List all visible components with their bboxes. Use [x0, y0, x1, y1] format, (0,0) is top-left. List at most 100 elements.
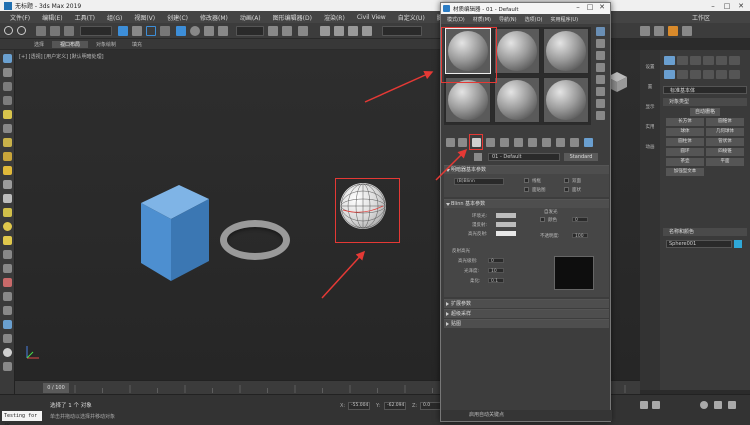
snap-toggle-icon[interactable] — [320, 26, 330, 36]
hide-icon[interactable] — [3, 306, 12, 315]
link-info-icon[interactable] — [3, 278, 12, 287]
bone-icon[interactable] — [3, 208, 12, 217]
material-options-icon[interactable] — [596, 99, 605, 108]
display-tab-icon[interactable] — [716, 56, 727, 65]
sample-slot-5[interactable] — [494, 77, 540, 123]
shader-type-dropdown[interactable]: (B)Blinn — [454, 178, 504, 185]
light-icon[interactable] — [3, 110, 12, 119]
close-button[interactable]: ✕ — [734, 0, 748, 11]
name-color-rollout[interactable]: 名称和颜色 — [663, 228, 747, 236]
camera-icon[interactable] — [3, 124, 12, 133]
layer-icon[interactable] — [3, 54, 12, 63]
self-illum-spinner[interactable]: 0 — [572, 217, 588, 223]
sun-icon[interactable] — [3, 222, 12, 231]
minimize-button[interactable]: – — [706, 0, 720, 11]
pyramid-button[interactable]: 四棱锥 — [706, 148, 744, 156]
menu-graph-editors[interactable]: 图形编辑器(D) — [267, 13, 318, 22]
percent-snap-icon[interactable] — [348, 26, 358, 36]
diffuse-swatch[interactable] — [496, 222, 516, 227]
me-menu-material[interactable]: 材质(M) — [469, 16, 495, 23]
material-id-icon[interactable] — [528, 138, 537, 147]
make-unique-icon[interactable] — [500, 138, 509, 147]
two-sided-checkbox[interactable] — [564, 178, 569, 183]
pan-icon[interactable] — [714, 401, 722, 409]
uv-tiling-icon[interactable] — [596, 63, 605, 72]
sample-slot-6[interactable] — [543, 77, 589, 123]
faceted-checkbox[interactable] — [564, 187, 569, 192]
strip-item-display[interactable]: 显示 — [640, 104, 660, 110]
extended-rollout-header[interactable]: 扩展参数 — [444, 300, 609, 308]
material-type-button[interactable]: Standard — [564, 153, 598, 161]
named-selection-dropdown[interactable] — [382, 26, 422, 36]
y-coordinate[interactable]: -62.094 — [384, 402, 406, 410]
keyboard-shortcut-icon[interactable] — [298, 26, 308, 36]
ref-coord-dropdown[interactable] — [236, 26, 264, 36]
manipulate-icon[interactable] — [282, 26, 292, 36]
menu-file[interactable]: 文件(F) — [4, 13, 36, 22]
select-by-material-icon[interactable] — [596, 111, 605, 120]
menu-group[interactable]: 组(G) — [101, 13, 128, 22]
lights-category-icon[interactable] — [690, 70, 701, 79]
sample-type-icon[interactable] — [596, 27, 605, 36]
rotate-icon[interactable] — [190, 26, 200, 36]
isolate-icon[interactable] — [3, 320, 12, 329]
spacewarps-category-icon[interactable] — [729, 70, 740, 79]
maxscript-listener[interactable]: Testing for 4K — [2, 411, 42, 425]
system-icon[interactable] — [3, 194, 12, 203]
play-icon[interactable] — [640, 401, 648, 409]
supersampling-rollout-header[interactable]: 超级采样 — [444, 310, 609, 318]
opacity-spinner[interactable]: 100 — [572, 233, 588, 239]
material-name-field[interactable]: 01 - Default — [488, 153, 560, 161]
render-active-icon[interactable] — [682, 26, 692, 36]
object-color-swatch[interactable] — [734, 240, 742, 248]
face-map-checkbox[interactable] — [524, 187, 529, 192]
pick-material-icon[interactable] — [474, 153, 482, 161]
zoom-icon[interactable] — [700, 401, 708, 409]
render-setup-icon[interactable] — [640, 26, 650, 36]
autogrid-checkbox[interactable]: 自动栅格 — [690, 108, 720, 116]
workspace-label[interactable]: 工作区 — [692, 13, 710, 22]
make-preview-icon[interactable] — [596, 87, 605, 96]
strip-item-utility[interactable]: 实用 — [640, 124, 660, 130]
viewport-label[interactable]: [+] [透视] [用户定义] [默认明暗处理] — [19, 53, 104, 60]
menu-tools[interactable]: 工具(T) — [69, 13, 101, 22]
dialog-maximize-button[interactable]: □ — [584, 3, 596, 11]
sample-slot-3[interactable] — [543, 28, 589, 74]
me-menu-utilities[interactable]: 实用程序(U) — [546, 16, 582, 23]
mirror-icon[interactable] — [3, 334, 12, 343]
paint-icon[interactable] — [3, 250, 12, 259]
sample-slot-2[interactable] — [494, 28, 540, 74]
create-tab-icon[interactable] — [664, 56, 675, 65]
menu-animation[interactable]: 动画(A) — [234, 13, 267, 22]
orbit-icon[interactable] — [728, 401, 736, 409]
hierarchy-icon[interactable] — [3, 264, 12, 273]
textplus-button[interactable]: 加强型文本 — [666, 168, 704, 176]
plane-button[interactable]: 平面 — [706, 158, 744, 166]
hierarchy-tab-icon[interactable] — [690, 56, 701, 65]
tab-populate[interactable]: 填充 — [124, 41, 150, 48]
window-crossing-icon[interactable] — [160, 26, 170, 36]
strip-item-place[interactable]: 置 — [640, 84, 660, 90]
dialog-close-button[interactable]: ✕ — [596, 3, 608, 11]
me-menu-modes[interactable]: 模式(D) — [443, 16, 469, 23]
object-type-rollout[interactable]: 对象类型 — [663, 98, 747, 106]
place-icon[interactable] — [218, 26, 228, 36]
filter-icon[interactable] — [3, 96, 12, 105]
omni-icon[interactable] — [3, 236, 12, 245]
reset-map-icon[interactable] — [486, 138, 495, 147]
link-icon[interactable] — [36, 26, 46, 36]
show-map-icon[interactable] — [542, 138, 551, 147]
background-icon[interactable] — [596, 51, 605, 60]
select-by-name-icon[interactable] — [132, 26, 142, 36]
render-production-icon[interactable] — [668, 26, 678, 36]
spec-level-spinner[interactable]: 0 — [488, 258, 504, 264]
x-coordinate[interactable]: -55.004 — [348, 402, 370, 410]
dialog-minimize-button[interactable]: – — [572, 3, 584, 11]
geometry-icon[interactable] — [3, 166, 12, 175]
maps-rollout-header[interactable]: 贴图 — [444, 320, 609, 328]
selection-filter-dropdown[interactable] — [80, 26, 112, 36]
sample-slot-4[interactable] — [445, 77, 491, 123]
region-select-icon[interactable] — [146, 26, 156, 36]
video-check-icon[interactable] — [596, 75, 605, 84]
spinner-snap-icon[interactable] — [362, 26, 372, 36]
